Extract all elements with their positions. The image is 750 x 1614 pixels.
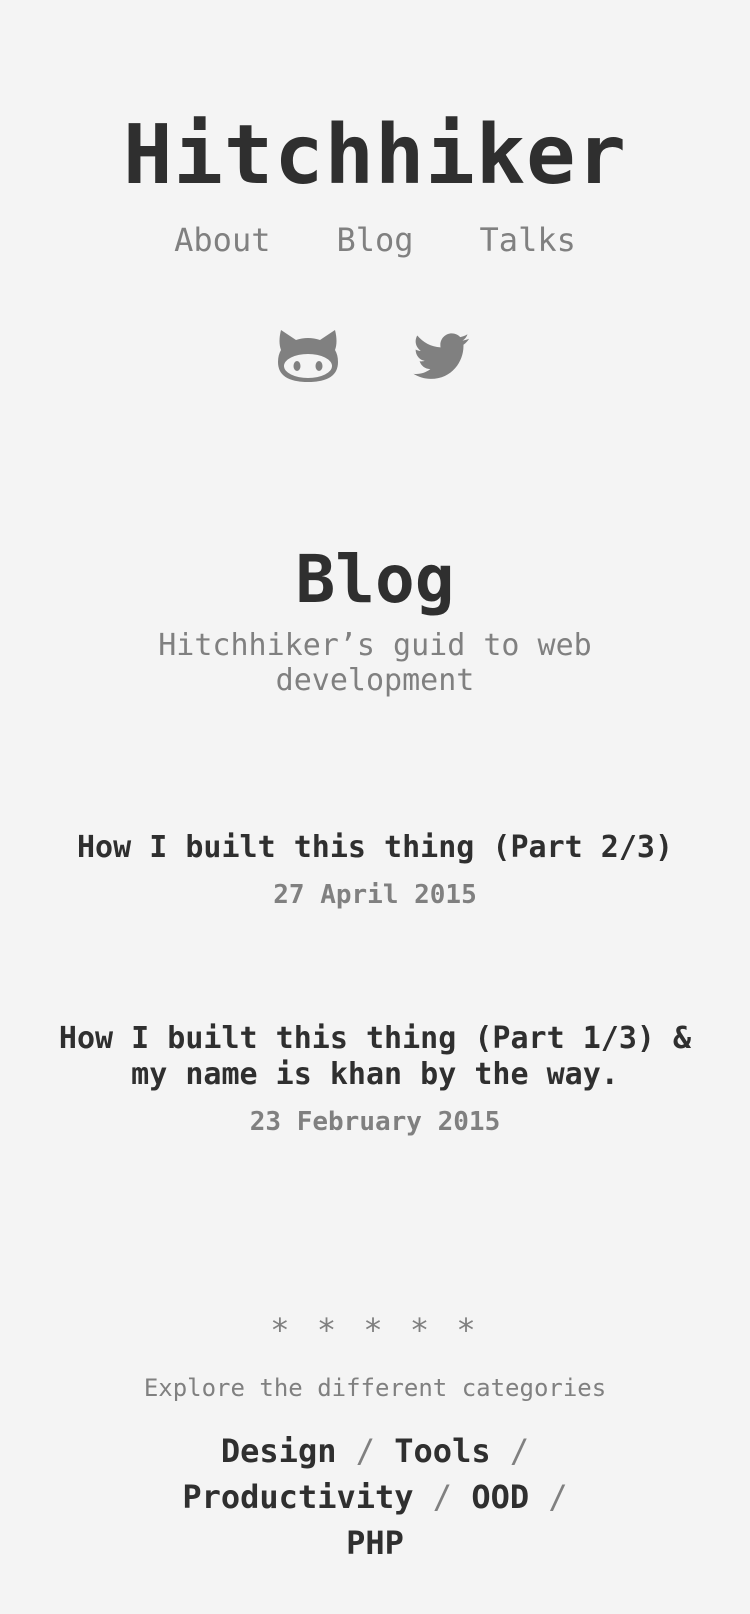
twitter-icon: [413, 333, 470, 379]
blog-subtitle: Hitchhiker’s guid to web development: [158, 628, 592, 698]
github-link[interactable]: [277, 328, 339, 384]
post-title-link[interactable]: How I built this thing (Part 2/3): [40, 830, 710, 866]
explore-categories-text: Explore the different categories: [143, 1374, 607, 1402]
nav-link-blog[interactable]: Blog: [336, 218, 413, 262]
section-divider-stars: * * * * *: [270, 1311, 480, 1349]
category-link-productivity[interactable]: Productivity: [182, 1478, 413, 1516]
category-separator: /: [548, 1478, 568, 1516]
category-link-tools[interactable]: Tools: [394, 1432, 490, 1470]
github-icon: [278, 330, 338, 382]
category-separator: /: [509, 1432, 530, 1470]
twitter-link[interactable]: [411, 328, 473, 384]
category-link-php[interactable]: PHP: [346, 1524, 404, 1562]
nav-link-talks[interactable]: Talks: [480, 218, 576, 262]
category-link-design[interactable]: Design: [221, 1432, 337, 1470]
main-nav: About Blog Talks: [0, 218, 750, 262]
post-title-link[interactable]: How I built this thing (Part 1/3) & my n…: [40, 1021, 710, 1093]
category-link-ood[interactable]: OOD: [471, 1478, 529, 1516]
post-date: 23 February 2015: [249, 1107, 501, 1137]
category-separator: /: [432, 1478, 453, 1516]
nav-link-about[interactable]: About: [174, 218, 270, 262]
site-title[interactable]: Hitchhiker: [0, 106, 750, 206]
category-list: Design / Tools / Productivity / OOD / PH…: [150, 1428, 600, 1566]
post-item: How I built this thing (Part 1/3) & my n…: [40, 1021, 710, 1137]
blog-heading: Blog: [295, 541, 455, 618]
post-date: 27 April 2015: [273, 880, 477, 910]
social-links: [0, 328, 750, 384]
category-separator: /: [355, 1432, 375, 1470]
post-item: How I built this thing (Part 2/3) 27 Apr…: [40, 830, 710, 910]
